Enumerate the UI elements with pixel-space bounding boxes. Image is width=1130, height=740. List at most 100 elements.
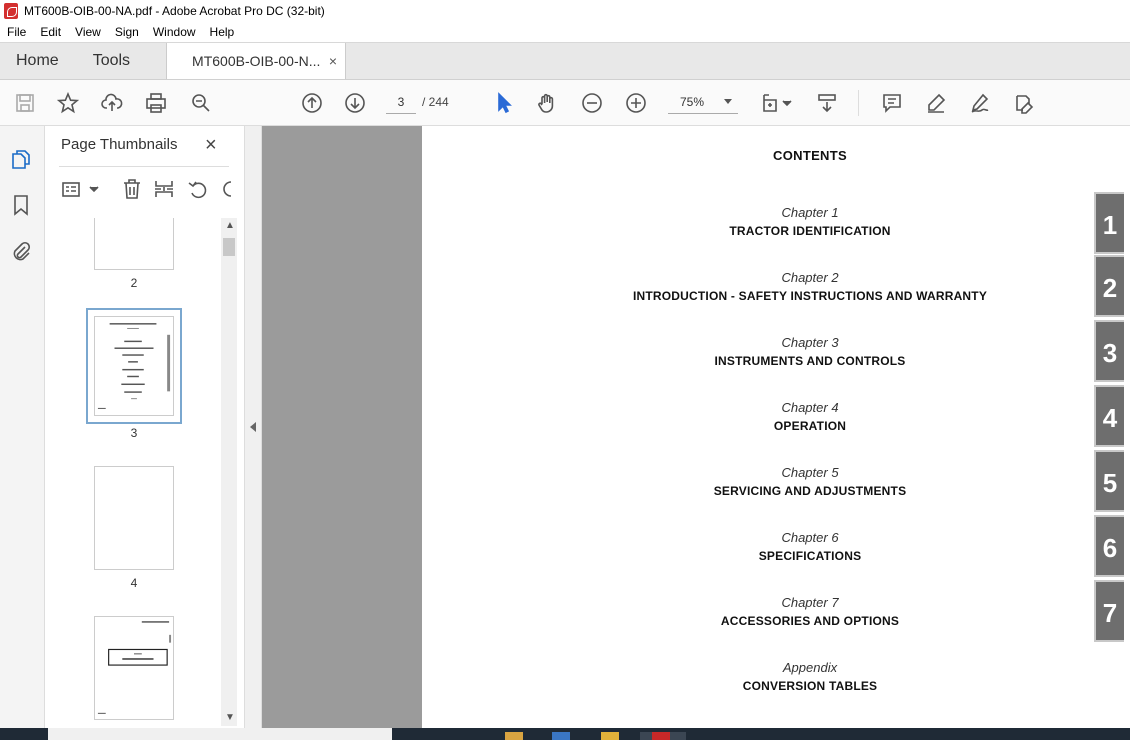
toolbar-divider bbox=[858, 90, 859, 116]
acrobat-icon bbox=[4, 3, 18, 19]
select-arrow-icon[interactable] bbox=[492, 91, 516, 115]
chapter-name: OPERATION bbox=[773, 419, 847, 433]
thumbnail-page-5[interactable] bbox=[94, 616, 174, 720]
thumbnail-label-3: 3 bbox=[130, 426, 138, 440]
scroll-down-icon[interactable]: ▼ bbox=[225, 712, 235, 723]
chapter-name: SERVICING AND ADJUSTMENTS bbox=[713, 484, 907, 498]
chapter-entry-3[interactable]: Chapter 3 INSTRUMENTS AND CONTROLS bbox=[422, 335, 1130, 368]
chapter-entry-2[interactable]: Chapter 2 INTRODUCTION - SAFETY INSTRUCT… bbox=[422, 270, 1130, 303]
attachment-icon[interactable] bbox=[10, 240, 34, 264]
chapter-tab-3: 3 bbox=[1094, 320, 1124, 382]
scrollbar-thumb[interactable] bbox=[223, 238, 235, 256]
taskbar-app-icon[interactable] bbox=[552, 732, 570, 740]
scroll-mode-icon[interactable] bbox=[815, 91, 839, 115]
thumbnail-page-3[interactable] bbox=[86, 308, 182, 424]
appendix-entry[interactable]: Appendix CONVERSION TABLES bbox=[422, 660, 1130, 693]
print-icon[interactable] bbox=[144, 91, 168, 115]
menu-edit[interactable]: Edit bbox=[33, 25, 68, 39]
chapter-entry-5[interactable]: Chapter 5 SERVICING AND ADJUSTMENTS bbox=[422, 465, 1130, 498]
collapse-panel-icon[interactable] bbox=[250, 422, 256, 432]
chapter-name: SPECIFICATIONS bbox=[758, 549, 862, 563]
os-taskbar bbox=[0, 728, 1130, 740]
page-total: / 244 bbox=[422, 95, 449, 109]
chapter-label: Chapter 4 bbox=[781, 400, 839, 415]
chapter-entry-1[interactable]: Chapter 1 TRACTOR IDENTIFICATION bbox=[422, 205, 1130, 238]
chapter-label: Chapter 2 bbox=[781, 270, 839, 285]
thumbnail-scrollbar[interactable]: ▲ ▼ bbox=[221, 218, 237, 726]
panel-splitter[interactable] bbox=[245, 126, 262, 728]
menu-view[interactable]: View bbox=[68, 25, 108, 39]
tab-bar: Home Tools MT600B-OIB-00-N... × bbox=[0, 42, 1130, 80]
zoom-out-icon[interactable] bbox=[580, 91, 604, 115]
panel-divider bbox=[59, 166, 229, 167]
page-fit-icon[interactable] bbox=[760, 91, 784, 115]
rotate-clockwise-icon[interactable] bbox=[217, 178, 231, 200]
rotate-counterclockwise-icon[interactable] bbox=[187, 178, 209, 200]
chapter-tab-5: 5 bbox=[1094, 450, 1124, 512]
chapter-entry-7[interactable]: Chapter 7 ACCESSORIES AND OPTIONS bbox=[422, 595, 1130, 628]
thumbnail-page-4[interactable] bbox=[94, 466, 174, 570]
upload-cloud-icon[interactable] bbox=[100, 91, 124, 115]
insert-page-icon[interactable] bbox=[153, 178, 175, 200]
menu-window[interactable]: Window bbox=[146, 25, 203, 39]
chapter-label: Chapter 7 bbox=[781, 595, 839, 610]
taskbar-folder-icon[interactable] bbox=[601, 732, 619, 740]
thumbnail-list: 2 3 4 bbox=[45, 218, 220, 728]
close-panel-icon[interactable]: × bbox=[205, 134, 217, 157]
edit-pdf-icon[interactable] bbox=[1012, 91, 1036, 115]
title-bar: MT600B-OIB-00-NA.pdf - Adobe Acrobat Pro… bbox=[0, 0, 1130, 22]
chapter-tab-7: 7 bbox=[1094, 580, 1124, 642]
comment-icon[interactable] bbox=[880, 91, 904, 115]
tab-home[interactable]: Home bbox=[0, 43, 75, 79]
draw-sign-icon[interactable] bbox=[968, 91, 992, 115]
chapter-label: Chapter 1 bbox=[781, 205, 839, 220]
thumbnail-options-icon[interactable] bbox=[61, 178, 83, 200]
taskbar-search-box[interactable] bbox=[48, 728, 392, 740]
zoom-level-value: 75% bbox=[680, 95, 705, 109]
tab-tools[interactable]: Tools bbox=[75, 43, 146, 79]
file-explorer-icon[interactable] bbox=[505, 732, 523, 740]
tab-document[interactable]: MT600B-OIB-00-N... × bbox=[166, 43, 347, 79]
chapter-entry-6[interactable]: Chapter 6 SPECIFICATIONS bbox=[422, 530, 1130, 563]
thumbnail-options-dropdown-icon[interactable] bbox=[83, 178, 99, 200]
chapter-name: INTRODUCTION - SAFETY INSTRUCTIONS AND W… bbox=[632, 289, 988, 303]
save-icon[interactable] bbox=[13, 91, 37, 115]
page-thumbnails-icon[interactable] bbox=[10, 148, 34, 172]
navigation-rail bbox=[0, 126, 45, 728]
page-fit-dropdown-icon[interactable] bbox=[782, 91, 792, 115]
contents-heading: CONTENTS bbox=[773, 148, 847, 163]
chapter-name: TRACTOR IDENTIFICATION bbox=[729, 224, 891, 238]
thumbnail-label-2: 2 bbox=[130, 276, 138, 290]
chapter-name: INSTRUMENTS AND CONTROLS bbox=[714, 354, 906, 368]
delete-page-icon[interactable] bbox=[121, 178, 143, 200]
thumbnail-page-2[interactable] bbox=[94, 218, 174, 270]
taskbar-acrobat-icon[interactable] bbox=[652, 732, 670, 740]
hand-tool-icon[interactable] bbox=[535, 91, 559, 115]
next-page-icon[interactable] bbox=[343, 91, 367, 115]
menu-help[interactable]: Help bbox=[203, 25, 242, 39]
previous-page-icon[interactable] bbox=[300, 91, 324, 115]
star-icon[interactable] bbox=[56, 91, 80, 115]
chevron-down-icon bbox=[724, 99, 732, 104]
menu-file[interactable]: File bbox=[0, 25, 33, 39]
window-title: MT600B-OIB-00-NA.pdf - Adobe Acrobat Pro… bbox=[24, 4, 325, 18]
chapter-label: Appendix bbox=[782, 660, 838, 675]
chapter-label: Chapter 5 bbox=[781, 465, 839, 480]
chapter-entry-4[interactable]: Chapter 4 OPERATION bbox=[422, 400, 1130, 433]
chapter-tab-6: 6 bbox=[1094, 515, 1124, 577]
page-number-input[interactable]: 3 bbox=[386, 90, 416, 114]
scroll-up-icon[interactable]: ▲ bbox=[225, 220, 235, 231]
zoom-in-icon[interactable] bbox=[624, 91, 648, 115]
thumbnail-label-4: 4 bbox=[130, 576, 138, 590]
thumbnails-panel: Page Thumbnails × 2 3 4 ▲ ▼ bbox=[45, 126, 245, 728]
menu-bar: File Edit View Sign Window Help bbox=[0, 22, 1130, 42]
chapter-label: Chapter 6 bbox=[781, 530, 839, 545]
highlight-pen-icon[interactable] bbox=[924, 91, 948, 115]
zoom-level-select[interactable]: 75% bbox=[668, 90, 738, 114]
zoom-search-icon[interactable] bbox=[189, 91, 213, 115]
close-tab-icon[interactable]: × bbox=[329, 53, 337, 69]
bookmark-icon[interactable] bbox=[10, 194, 34, 218]
panel-title: Page Thumbnails bbox=[61, 136, 178, 153]
menu-sign[interactable]: Sign bbox=[108, 25, 146, 39]
document-tab-label: MT600B-OIB-00-N... bbox=[192, 53, 321, 69]
